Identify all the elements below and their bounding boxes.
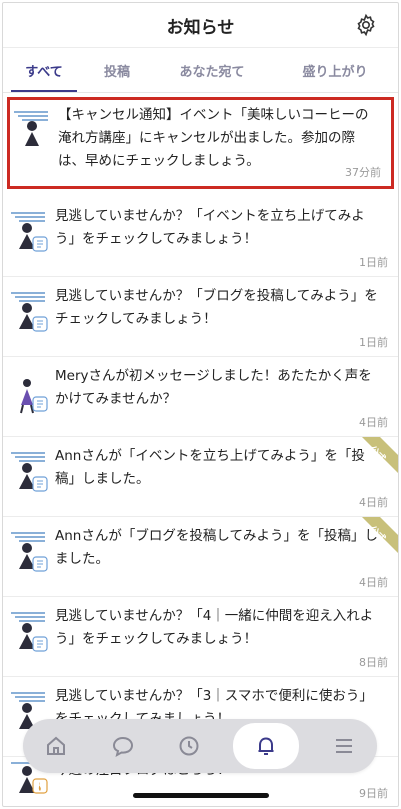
list-item[interactable]: 見逃していませんか？「イベントを立ち上げてみよう」をチェックしてみましょう！ 1…: [3, 197, 398, 277]
notification-time: 4日前: [359, 576, 388, 589]
avatar-icon: [14, 111, 48, 146]
tab-label: すべて: [25, 64, 63, 80]
notification-time: 4日前: [359, 496, 388, 509]
notification-text: 見逃していませんか？「ブログを投稿してみよう」をチェックしてみましょう！: [55, 288, 378, 327]
tab-to-you[interactable]: あなた宛て: [149, 48, 275, 92]
tab-label: あなた宛て: [179, 64, 245, 80]
list-item[interactable]: 【キャンセル通知】イベント「美味しいコーヒーの淹れ方講座」にキャンセルが出ました…: [7, 97, 394, 189]
avatar-icon: [11, 532, 48, 572]
nav-menu-button[interactable]: [322, 724, 366, 768]
avatar-icon: [11, 212, 48, 252]
list-item[interactable]: 見逃していませんか？「ブログを投稿してみよう」をチェックしてみましょう！ 1日前: [3, 277, 398, 357]
notification-time: 4日前: [359, 416, 388, 429]
tab-bar: すべて 投稿 あなた宛て 盛り上がり: [3, 48, 398, 93]
notification-time: 8日前: [359, 656, 388, 669]
nav-notifications-button[interactable]: [233, 723, 300, 769]
avatar-icon: [11, 292, 48, 332]
clock-icon: [179, 736, 199, 756]
notification-time: 1日前: [359, 256, 388, 269]
list-item[interactable]: Meryさんが初メッセージしました！あたたかく声をかけてみませんか？ 4日前: [3, 357, 398, 437]
list-item[interactable]: Annさんが「イベントを立ち上げてみよう」を「投稿」しました。 公式 4日前: [3, 437, 398, 517]
official-badge: 公式: [350, 437, 398, 485]
nav-history-button[interactable]: [167, 724, 211, 768]
notification-list: 【キャンセル通知】イベント「美味しいコーヒーの淹れ方講座」にキャンセルが出ました…: [3, 93, 398, 800]
notification-text: Annさんが「イベントを立ち上げてみよう」を「投稿」しました。: [55, 448, 365, 487]
header: お知らせ: [3, 3, 398, 48]
notification-text: 見逃していませんか？「イベントを立ち上げてみよう」をチェックしてみましょう！: [55, 208, 365, 247]
notification-time: 9日前: [359, 787, 388, 800]
bell-icon: [258, 737, 274, 755]
bottom-navigation: [23, 719, 377, 773]
tab-label: 盛り上がり: [302, 64, 368, 80]
tab-all[interactable]: すべて: [3, 48, 85, 92]
nav-chat-button[interactable]: [101, 724, 145, 768]
home-icon: [47, 736, 66, 755]
notification-text: 見逃していませんか？「4｜一緒に仲間を迎え入れよう」をチェックしてみましょう！: [55, 608, 374, 647]
tab-label: 投稿: [103, 64, 130, 80]
menu-icon: [335, 739, 352, 753]
home-indicator: [133, 793, 269, 798]
avatar-icon: [20, 379, 48, 414]
nav-home-button[interactable]: [34, 724, 78, 768]
app-screen: お知らせ すべて 投稿 あなた宛て 盛り上がり 【キャンセル通知】イベント「美味…: [2, 2, 399, 807]
gear-icon[interactable]: [354, 13, 378, 37]
notification-text: Meryさんが初メッセージしました！あたたかく声をかけてみませんか？: [55, 368, 372, 407]
official-badge: 公式: [350, 517, 398, 565]
avatar-icon: [11, 612, 48, 652]
chat-icon: [112, 736, 133, 757]
tab-trending[interactable]: 盛り上がり: [275, 48, 395, 92]
notification-text: Annさんが「ブログを投稿してみよう」を「投稿」しました。: [55, 528, 378, 567]
notification-time: 1日前: [359, 336, 388, 349]
notification-text: 【キャンセル通知】イベント「美味しいコーヒーの淹れ方講座」にキャンセルが出ました…: [58, 107, 369, 169]
list-item[interactable]: 見逃していませんか？「4｜一緒に仲間を迎え入れよう」をチェックしてみましょう！ …: [3, 597, 398, 677]
notification-time: 37分前: [345, 166, 381, 179]
tab-posts[interactable]: 投稿: [85, 48, 149, 92]
avatar-icon: [11, 452, 48, 492]
page-title: お知らせ: [166, 17, 235, 38]
list-item[interactable]: Annさんが「ブログを投稿してみよう」を「投稿」しました。 公式 4日前: [3, 517, 398, 597]
